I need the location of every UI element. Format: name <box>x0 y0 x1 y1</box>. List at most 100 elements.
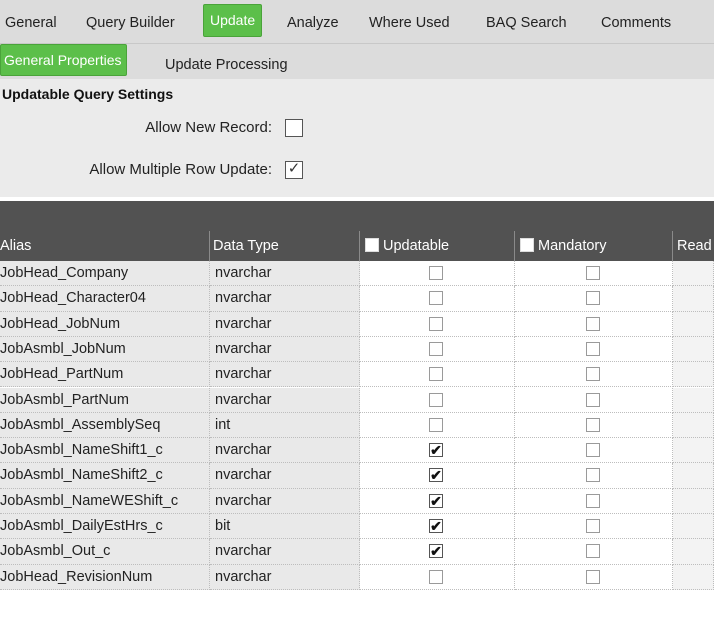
allow-new-record-checkbox[interactable] <box>285 119 303 137</box>
updatable-select-all-checkbox[interactable] <box>365 238 379 252</box>
read-only-cell <box>673 387 714 413</box>
column-header-updatable-label: Updatable <box>383 238 450 254</box>
mandatory-cell <box>515 311 673 337</box>
updatable-cell <box>360 286 515 312</box>
read-only-cell <box>673 488 714 514</box>
updatable-cell <box>360 336 515 363</box>
mandatory-checkbox[interactable] <box>586 443 600 458</box>
table-row[interactable]: JobHead_PartNum nvarchar <box>0 362 714 388</box>
mandatory-checkbox[interactable] <box>586 519 600 533</box>
updatable-cell: ✔ <box>360 514 515 540</box>
alias-cell: JobAsmbl_AssemblySeq <box>0 412 210 439</box>
mandatory-checkbox[interactable] <box>586 417 600 432</box>
table-row[interactable]: JobAsmbl_NameShift2_c nvarchar ✔ <box>0 463 714 489</box>
updatable-checkbox[interactable] <box>429 291 443 306</box>
column-header-alias[interactable]: Alias <box>0 231 210 261</box>
updatable-checkbox[interactable]: ✔ <box>429 442 443 458</box>
column-header-updatable[interactable]: Updatable <box>360 231 515 261</box>
read-only-cell <box>673 438 714 464</box>
mandatory-checkbox[interactable] <box>586 266 600 280</box>
updatable-cell: ✔ <box>360 463 515 489</box>
checkmark-icon: ✔ <box>430 543 442 560</box>
alias-cell: JobAsmbl_NameShift2_c <box>0 463 210 489</box>
tab-comments[interactable]: Comments <box>601 4 671 42</box>
section-title: Updatable Query Settings <box>2 86 174 102</box>
updatable-checkbox[interactable]: ✔ <box>429 492 443 509</box>
mandatory-cell <box>515 438 673 464</box>
table-row[interactable]: JobAsmbl_DailyEstHrs_c bit ✔ <box>0 514 714 540</box>
allow-new-record-label: Allow New Record: <box>145 119 272 136</box>
tab-analyze[interactable]: Analyze <box>287 4 339 42</box>
tab-update[interactable]: Update <box>203 4 263 37</box>
updatable-cell <box>360 362 515 388</box>
mandatory-cell <box>515 564 673 590</box>
mandatory-checkbox[interactable] <box>586 392 600 407</box>
mandatory-checkbox[interactable] <box>586 341 600 356</box>
alias-cell: JobAsmbl_Out_c <box>0 539 210 565</box>
mandatory-cell <box>515 463 673 489</box>
mandatory-select-all-checkbox[interactable] <box>520 238 534 252</box>
updatable-checkbox[interactable] <box>429 569 443 584</box>
updatable-checkbox[interactable]: ✔ <box>429 543 443 560</box>
data-type-cell: nvarchar <box>210 336 360 363</box>
mandatory-checkbox[interactable] <box>586 569 600 584</box>
subtab-update-processing[interactable]: Update Processing <box>165 54 288 76</box>
alias-cell: JobAsmbl_DailyEstHrs_c <box>0 514 210 540</box>
subtab-general-properties[interactable]: General Properties <box>0 44 127 76</box>
mandatory-checkbox[interactable] <box>586 544 600 559</box>
read-only-cell <box>673 336 714 363</box>
updatable-cell <box>360 412 515 439</box>
mandatory-checkbox[interactable] <box>586 367 600 382</box>
checkmark-icon: ✔ <box>430 492 442 509</box>
updatable-checkbox[interactable] <box>429 266 443 280</box>
allow-multiple-row-update-checkbox[interactable]: ✓ <box>285 160 303 179</box>
read-only-cell <box>673 311 714 337</box>
mandatory-cell <box>515 286 673 312</box>
tab-query-builder[interactable]: Query Builder <box>86 4 175 42</box>
mandatory-cell <box>515 514 673 540</box>
data-type-cell: int <box>210 412 360 439</box>
main-tab-bar: General Query Builder Update Analyze Whe… <box>0 0 714 44</box>
updatable-checkbox[interactable] <box>429 417 443 432</box>
table-row[interactable]: JobAsmbl_PartNum nvarchar <box>0 387 714 413</box>
mandatory-cell <box>515 387 673 413</box>
tab-baq-search[interactable]: BAQ Search <box>486 4 567 42</box>
read-only-cell <box>673 286 714 312</box>
table-row[interactable]: JobAsmbl_JobNum nvarchar <box>0 336 714 363</box>
mandatory-cell <box>515 412 673 439</box>
tab-general[interactable]: General <box>5 4 57 42</box>
table-row[interactable]: JobHead_Company nvarchar <box>0 261 714 287</box>
mandatory-cell <box>515 261 673 287</box>
updatable-checkbox[interactable]: ✔ <box>429 467 443 483</box>
updatable-checkbox[interactable]: ✔ <box>429 518 443 534</box>
updatable-checkbox[interactable] <box>429 367 443 382</box>
read-only-cell <box>673 564 714 590</box>
column-header-read[interactable]: Read <box>673 231 714 261</box>
column-header-mandatory[interactable]: Mandatory <box>515 231 673 261</box>
data-type-cell: nvarchar <box>210 438 360 464</box>
updatable-cell <box>360 261 515 287</box>
data-type-cell: nvarchar <box>210 261 360 287</box>
table-row[interactable]: JobAsmbl_Out_c nvarchar ✔ <box>0 539 714 565</box>
alias-cell: JobAsmbl_NameShift1_c <box>0 438 210 464</box>
mandatory-cell <box>515 362 673 388</box>
data-type-cell: nvarchar <box>210 463 360 489</box>
table-row[interactable]: JobHead_Character04 nvarchar <box>0 286 714 312</box>
table-row[interactable]: JobAsmbl_NameShift1_c nvarchar ✔ <box>0 438 714 464</box>
mandatory-checkbox[interactable] <box>586 468 600 483</box>
allow-multiple-row-update-label: Allow Multiple Row Update: <box>89 161 272 178</box>
table-row[interactable]: JobHead_JobNum nvarchar <box>0 311 714 337</box>
mandatory-checkbox[interactable] <box>586 291 600 306</box>
table-row[interactable]: JobAsmbl_NameWEShift_c nvarchar ✔ <box>0 488 714 514</box>
column-header-data-type[interactable]: Data Type <box>210 231 360 261</box>
allow-new-record-check-icon <box>286 117 302 133</box>
tab-where-used[interactable]: Where Used <box>369 4 450 42</box>
updatable-checkbox[interactable] <box>429 341 443 356</box>
updatable-checkbox[interactable] <box>429 392 443 407</box>
mandatory-checkbox[interactable] <box>586 316 600 331</box>
updatable-checkbox[interactable] <box>429 316 443 331</box>
updatable-cell: ✔ <box>360 539 515 565</box>
table-row[interactable]: JobAsmbl_AssemblySeq int <box>0 412 714 439</box>
mandatory-checkbox[interactable] <box>586 493 600 508</box>
table-row[interactable]: JobHead_RevisionNum nvarchar <box>0 564 714 590</box>
